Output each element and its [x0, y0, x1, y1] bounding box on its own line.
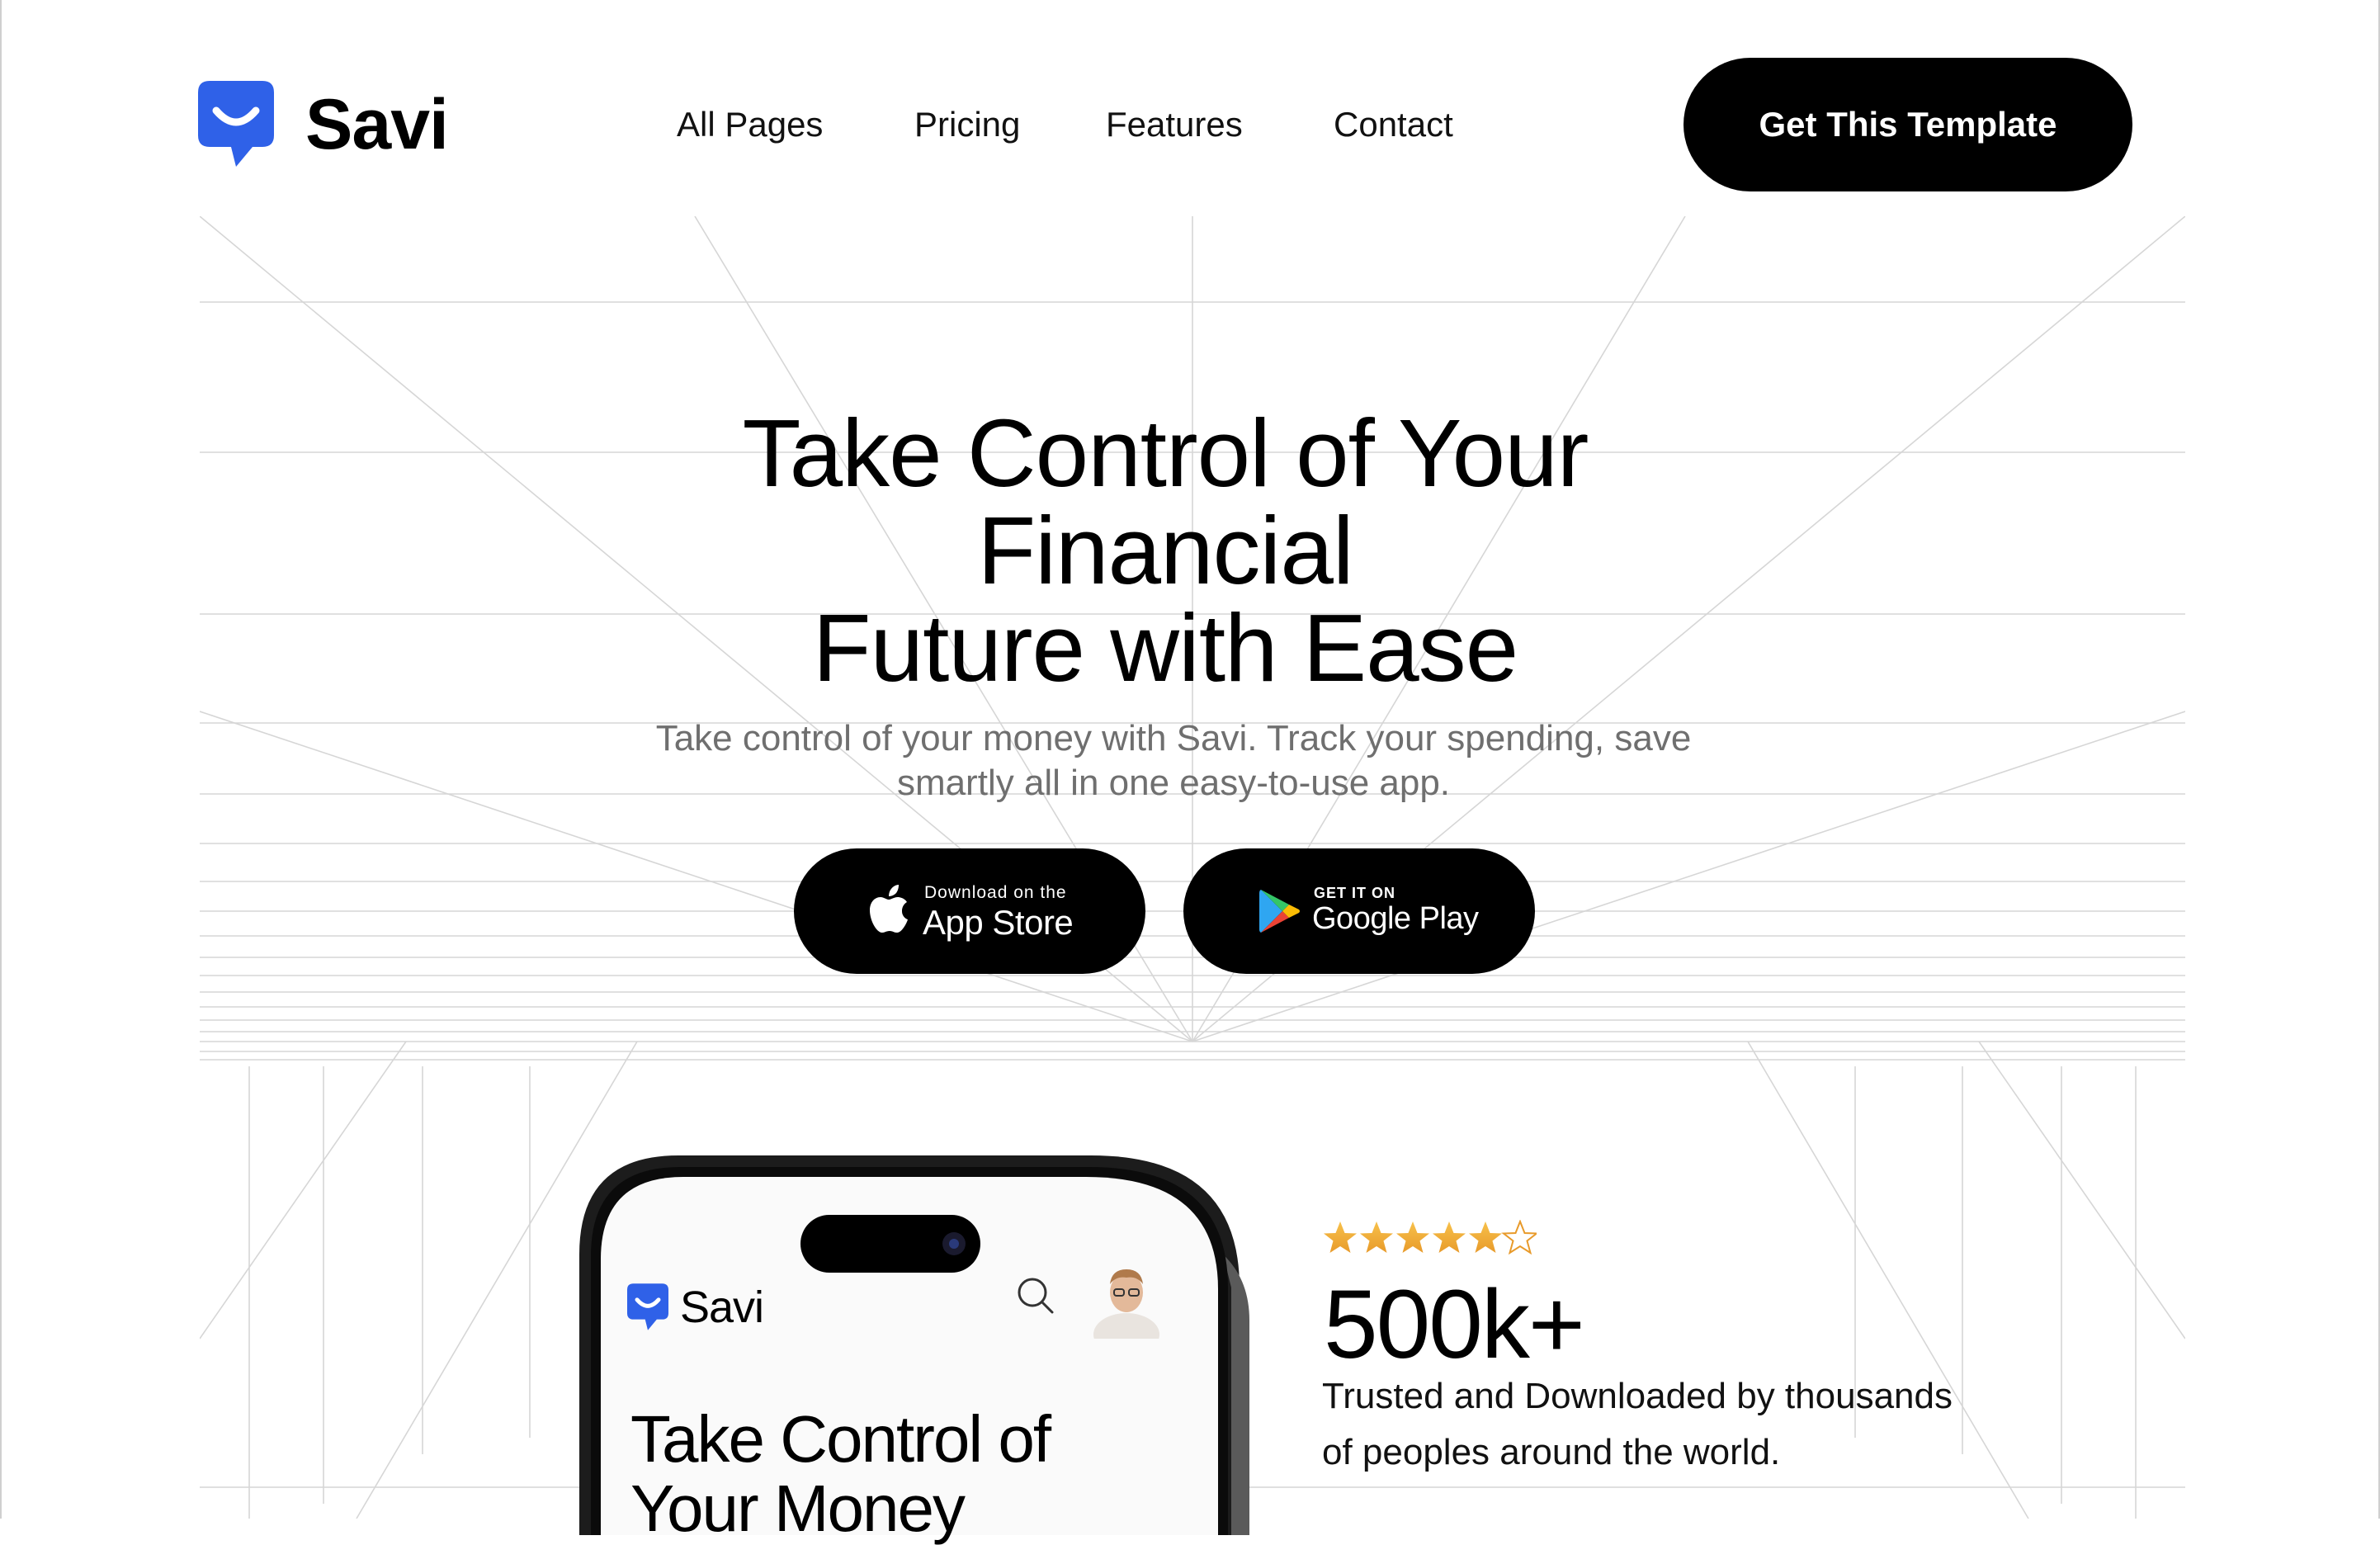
top-navigation: Savi All Pages Pricing Features Contact …	[2, 0, 2378, 215]
hero-title-line: Take Control of Your	[742, 399, 1589, 507]
download-description-line: of peoples around the world.	[1322, 1432, 1781, 1472]
search-icon	[1018, 1278, 1054, 1314]
app-store-button[interactable]: Download on the App Store	[794, 848, 1145, 974]
hero-subtitle-line: Take control of your money with Savi. Tr…	[655, 718, 1692, 758]
hero-subtitle-line: smartly all in one easy-to-use app.	[896, 763, 1451, 803]
get-template-button[interactable]: Get This Template	[1683, 58, 2132, 191]
phone-headline-line: Take Control of	[630, 1402, 1051, 1476]
avatar	[1093, 1269, 1159, 1339]
hero-title-line: Future with Ease	[812, 594, 1518, 702]
savi-logo-icon	[627, 1283, 668, 1330]
phone-headline-line: Your Money	[630, 1472, 966, 1545]
phone-mockup: Savi Take Control of Your Money	[579, 1155, 1256, 1543]
nav-link-pricing[interactable]: Pricing	[914, 102, 1020, 147]
rating-stars-icon	[1324, 1221, 1537, 1254]
google-play-icon	[1259, 890, 1300, 933]
app-store-small-text: Download on the	[924, 883, 1067, 902]
google-play-big-text: Google Play	[1312, 901, 1479, 936]
hero-title-line: Financial	[977, 497, 1353, 604]
phone-headline: Take Control of Your Money	[630, 1402, 1051, 1545]
brand-logo[interactable]: Savi	[198, 81, 449, 168]
phone-brand-logo: Savi	[627, 1282, 764, 1333]
nav-link-contact[interactable]: Contact	[1334, 102, 1453, 147]
hero-subtitle: Take control of your money with Savi. Tr…	[629, 716, 1718, 806]
savi-logo-icon	[198, 81, 274, 167]
download-description-line: Trusted and Downloaded by thousands	[1322, 1376, 1953, 1416]
download-count: 500k+	[1324, 1270, 1585, 1379]
apple-icon	[870, 885, 908, 933]
nav-link-all-pages[interactable]: All Pages	[677, 102, 823, 147]
hero-title: Take Control of Your Financial Future wi…	[497, 404, 1834, 697]
phone-brand-name: Savi	[680, 1283, 764, 1332]
app-store-big-text: App Store	[923, 903, 1074, 942]
nav-link-features[interactable]: Features	[1106, 102, 1243, 147]
brand-name: Savi	[305, 85, 449, 164]
google-play-button[interactable]: GET IT ON Google Play	[1183, 848, 1535, 974]
download-description: Trusted and Downloaded by thousands of p…	[1322, 1368, 2032, 1481]
google-play-small-text: GET IT ON	[1314, 885, 1395, 901]
